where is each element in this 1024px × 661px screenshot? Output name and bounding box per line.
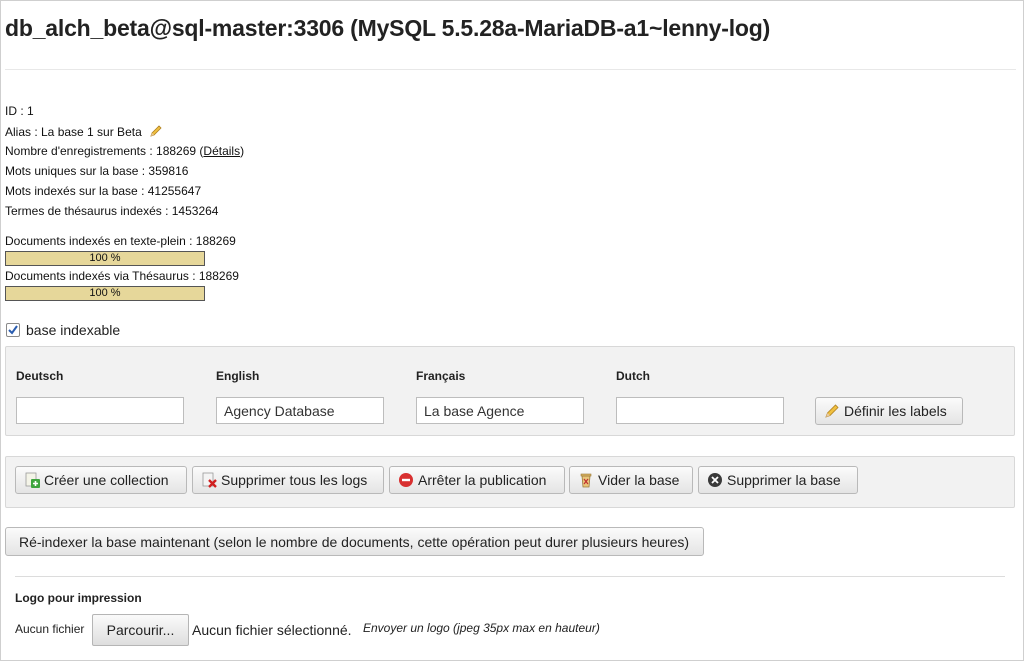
delete-logs-icon [201, 472, 217, 488]
indexable-checkbox[interactable] [6, 323, 20, 337]
delete-logs-button[interactable]: Supprimer tous les logs [192, 466, 384, 494]
create-collection-text: Créer une collection [44, 472, 169, 488]
define-labels-text: Définir les labels [844, 403, 947, 419]
pencil-icon [824, 403, 840, 419]
info-alias: Alias : La base 1 sur Beta [5, 124, 163, 141]
delete-base-icon [707, 472, 723, 488]
section-divider [15, 576, 1005, 577]
records-text: Nombre d'enregistrements : 188269 ( [5, 144, 204, 158]
labels-panel: Deutsch English Français Dutch Définir l… [5, 346, 1015, 436]
info-unique-words: Mots uniques sur la base : 359816 [5, 164, 189, 178]
thesaurus-label: Documents indexés via Thésaurus : 188269 [5, 269, 239, 283]
define-labels-button[interactable]: Définir les labels [815, 397, 963, 425]
create-collection-button[interactable]: Créer une collection [15, 466, 187, 494]
indexable-row: base indexable [6, 322, 120, 338]
alias-text: Alias : La base 1 sur Beta [5, 125, 142, 139]
info-thesaurus-terms: Termes de thésaurus indexés : 1453264 [5, 204, 219, 218]
stop-publication-button[interactable]: Arrêter la publication [389, 466, 565, 494]
add-collection-icon [24, 472, 40, 488]
dutch-label: Dutch [616, 369, 650, 383]
dutch-input[interactable] [616, 397, 784, 424]
english-input[interactable] [216, 397, 384, 424]
empty-base-text: Vider la base [598, 472, 680, 488]
delete-logs-text: Supprimer tous les logs [221, 472, 368, 488]
francais-label: Français [416, 369, 466, 383]
empty-base-icon [578, 472, 594, 488]
indexable-label: base indexable [26, 322, 121, 338]
delete-base-button[interactable]: Supprimer la base [698, 466, 858, 494]
browse-button[interactable]: Parcourir... [92, 614, 189, 646]
english-label: English [216, 369, 260, 383]
deutsch-label: Deutsch [16, 369, 64, 383]
thesaurus-progress-bar: 100 % [5, 286, 205, 301]
actions-panel: Créer une collection Supprimer tous les … [5, 456, 1015, 508]
fulltext-progress-bar: 100 % [5, 251, 205, 266]
records-suffix: ) [240, 144, 245, 158]
page-title: db_alch_beta@sql-master:3306 (MySQL 5.5.… [5, 15, 771, 41]
pencil-icon[interactable] [149, 124, 163, 141]
details-link[interactable]: Détails [203, 144, 240, 158]
delete-base-text: Supprimer la base [727, 472, 841, 488]
page-frame [0, 0, 1024, 661]
reindex-text: Ré-indexer la base maintenant (selon le … [19, 533, 690, 550]
reindex-button[interactable]: Ré-indexer la base maintenant (selon le … [5, 527, 704, 556]
no-file-selected: Aucun fichier sélectionné. [192, 622, 352, 638]
fulltext-label: Documents indexés en texte-plein : 18826… [5, 234, 236, 248]
logo-section-title: Logo pour impression [15, 591, 142, 605]
info-records: Nombre d'enregistrements : 188269 (Détai… [5, 144, 244, 158]
deutsch-input[interactable] [16, 397, 184, 424]
title-divider [5, 69, 1016, 70]
empty-base-button[interactable]: Vider la base [569, 466, 693, 494]
logo-upload-hint: Envoyer un logo (jpeg 35px max en hauteu… [363, 621, 600, 635]
info-indexed-words: Mots indexés sur la base : 41255647 [5, 184, 202, 198]
stop-icon [398, 472, 414, 488]
info-id: ID : 1 [5, 104, 34, 118]
logo-field-label: Aucun fichier [15, 622, 85, 636]
stop-publication-text: Arrêter la publication [418, 472, 547, 488]
francais-input[interactable] [416, 397, 584, 424]
